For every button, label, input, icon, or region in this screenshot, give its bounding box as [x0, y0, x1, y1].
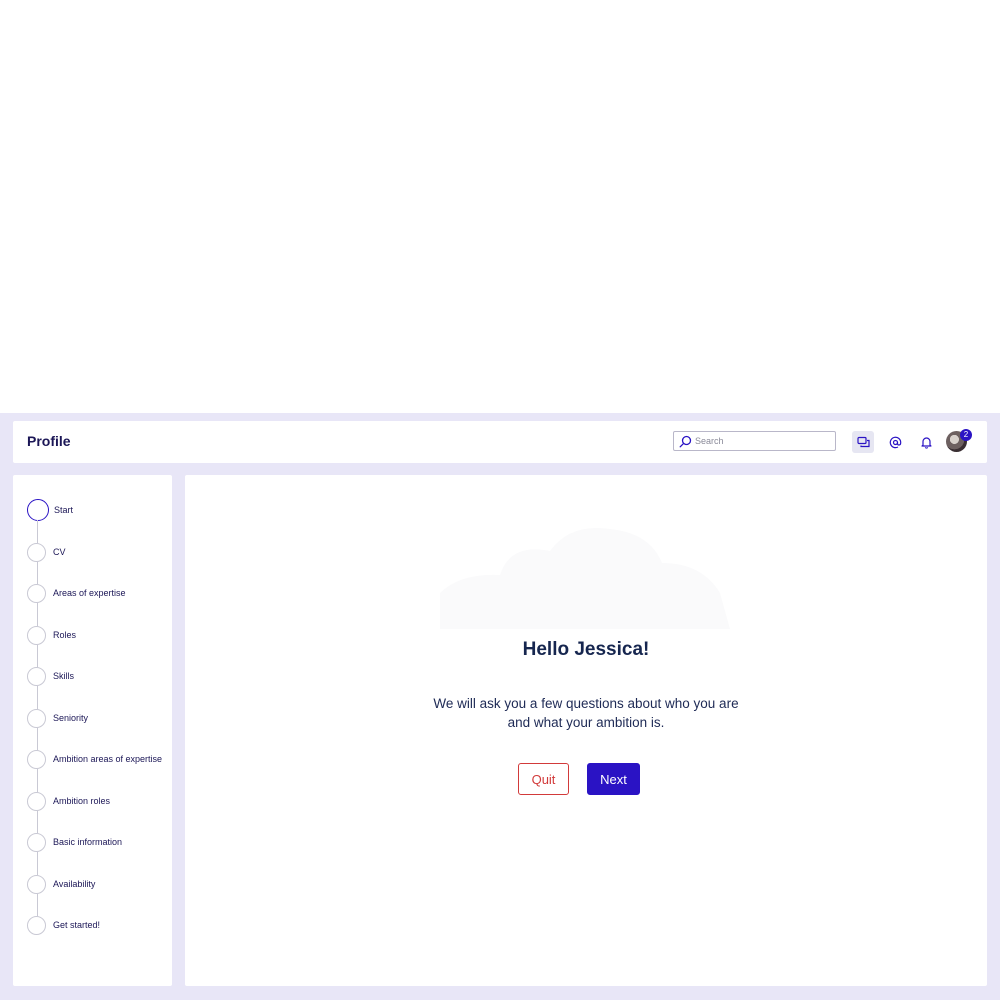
step-circle-icon [27, 499, 49, 521]
step-label: Ambition roles [53, 796, 111, 806]
step-connector [37, 769, 38, 792]
step-item[interactable]: Seniority [27, 707, 172, 729]
intro-line-2: and what your ambition is. [507, 715, 665, 730]
step-label: Basic information [53, 837, 123, 847]
greeting-heading: Hello Jessica! [522, 639, 650, 660]
step-label: Ambition areas of expertise [53, 754, 163, 764]
step-circle-icon [27, 832, 46, 852]
step-item[interactable]: CV [27, 541, 172, 563]
step-label: Get started! [53, 920, 101, 930]
step-item[interactable]: Ambition roles [27, 790, 172, 812]
step-circle-icon [27, 749, 46, 769]
chat-icon [856, 436, 870, 447]
notification-badge: 2 [960, 429, 972, 441]
step-label: Availability [53, 879, 96, 889]
notifications-button[interactable] [915, 431, 937, 453]
welcome-illustration [440, 527, 730, 629]
step-item[interactable]: Availability [27, 873, 172, 895]
search-input[interactable] [695, 433, 830, 449]
step-connector [37, 645, 38, 667]
step-item[interactable]: Ambition areas of expertise [27, 748, 172, 770]
bell-icon [920, 436, 932, 449]
step-circle-icon [27, 791, 46, 811]
step-circle-icon [27, 666, 46, 686]
step-connector [37, 852, 38, 875]
step-connector [37, 894, 38, 916]
step-connector [37, 686, 38, 709]
step-item[interactable]: Start [27, 499, 172, 521]
step-item[interactable]: Basic information [27, 831, 172, 853]
step-item[interactable]: Areas of expertise [27, 582, 172, 604]
step-item[interactable]: Skills [27, 665, 172, 687]
step-circle-icon [27, 874, 46, 894]
page-title: Profile [27, 433, 71, 449]
step-circle-icon [27, 915, 46, 935]
step-item[interactable]: Get started! [27, 914, 172, 936]
top-bar: Profile 2 [13, 421, 987, 463]
step-label: Start [54, 505, 74, 515]
step-connector [37, 520, 38, 543]
step-connector [37, 728, 38, 750]
mention-icon [889, 436, 901, 448]
progress-sidebar: Start CV Areas of expertise Roles Skills Seni… [13, 475, 172, 986]
step-label: CV [53, 547, 66, 557]
intro-line-1: We will ask you a few questions about wh… [433, 696, 739, 711]
step-connector [37, 811, 38, 833]
next-button[interactable]: Next [587, 763, 640, 795]
step-label: Roles [53, 630, 77, 640]
step-label: Skills [53, 671, 75, 681]
step-circle-icon [27, 708, 46, 728]
step-connector [37, 562, 38, 584]
search-icon [679, 435, 692, 448]
step-label: Seniority [53, 713, 89, 723]
step-connector [37, 603, 38, 626]
search-box[interactable] [673, 431, 836, 451]
quit-button[interactable]: Quit [518, 763, 569, 795]
step-circle-icon [27, 625, 46, 645]
step-item[interactable]: Roles [27, 624, 172, 646]
app-frame: Profile 2 [0, 413, 1000, 1000]
step-circle-icon [27, 583, 46, 603]
step-label: Areas of expertise [53, 588, 126, 598]
step-circle-icon [27, 542, 46, 562]
main-panel: Hello Jessica! We will ask you a few que… [185, 475, 987, 986]
intro-text: We will ask you a few questions about wh… [406, 694, 766, 732]
chat-button[interactable] [852, 431, 874, 453]
mention-button[interactable] [884, 431, 906, 453]
